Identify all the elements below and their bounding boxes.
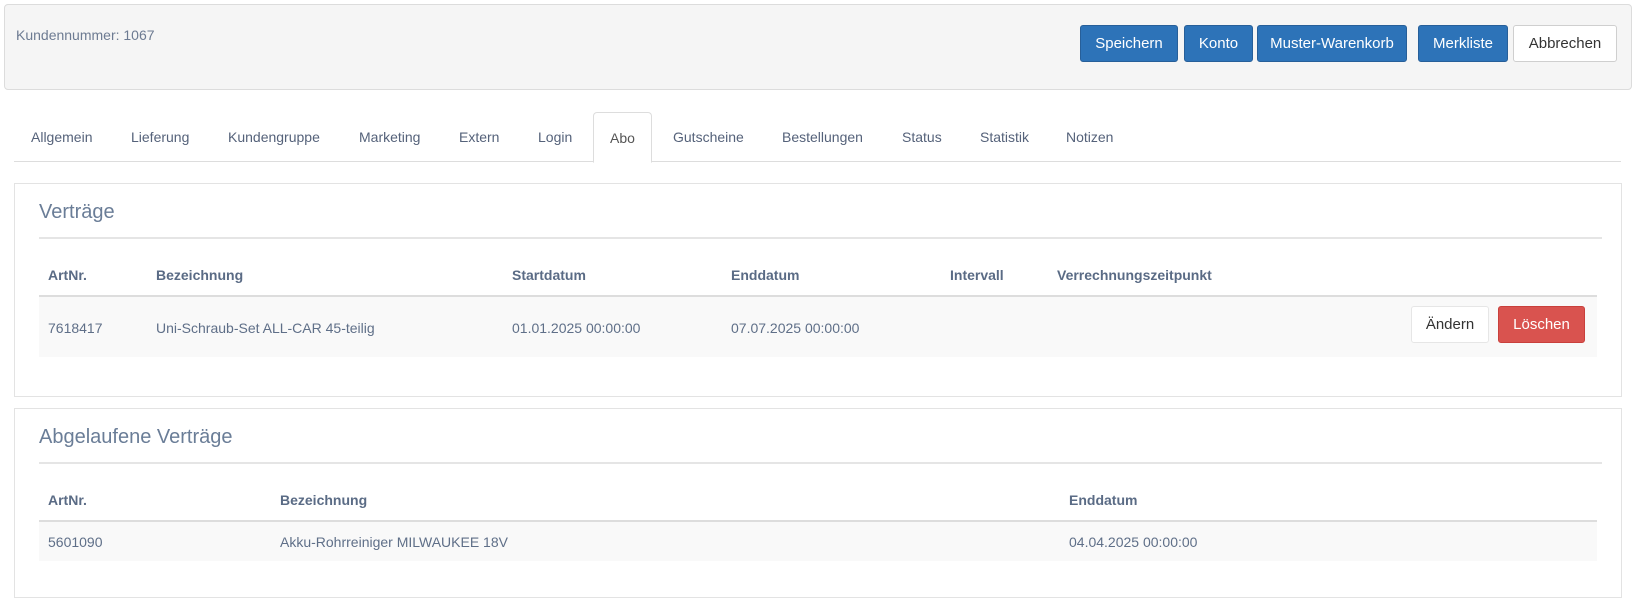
row-bezeichnung: Akku-Rohrreiniger MILWAUKEE 18V [280, 534, 508, 550]
customer-number-label: Kundennummer: 1067 [16, 27, 155, 43]
tab-status[interactable]: Status [902, 112, 942, 162]
col-artnr: ArtNr. [48, 267, 87, 283]
customer-tabs: Allgemein Lieferung Kundengruppe Marketi… [14, 112, 1621, 163]
row-enddatum: 04.04.2025 00:00:00 [1069, 534, 1198, 550]
col-bezeichnung: Bezeichnung [156, 267, 244, 283]
contracts-panel: Verträge ArtNr. Bezeichnung Startdatum E… [14, 183, 1622, 397]
col-bezeichnung: Bezeichnung [280, 492, 368, 508]
col-enddatum: Enddatum [731, 267, 800, 283]
expired-contracts-panel: Abgelaufene Verträge ArtNr. Bezeichnung … [14, 408, 1622, 598]
tab-marketing[interactable]: Marketing [359, 112, 420, 162]
col-enddatum: Enddatum [1069, 492, 1138, 508]
expired-title-divider [39, 462, 1602, 464]
tab-notizen[interactable]: Notizen [1066, 112, 1113, 162]
wishlist-button[interactable]: Merkliste [1418, 25, 1508, 62]
tab-extern[interactable]: Extern [459, 112, 499, 162]
row-artnr: 7618417 [48, 320, 103, 336]
row-bezeichnung: Uni-Schraub-Set ALL-CAR 45-teilig [156, 320, 375, 336]
expired-contracts-title: Abgelaufene Verträge [39, 426, 233, 448]
customer-header-bar: Kundennummer: 1067 Speichern Konto Muste… [4, 4, 1632, 90]
table-row: 5601090 Akku-Rohrreiniger MILWAUKEE 18V … [39, 522, 1597, 561]
tab-gutscheine[interactable]: Gutscheine [673, 112, 744, 162]
contracts-title-divider [39, 237, 1602, 239]
col-startdatum: Startdatum [512, 267, 586, 283]
delete-button[interactable]: Löschen [1498, 306, 1585, 343]
tab-lieferung[interactable]: Lieferung [131, 112, 189, 162]
col-intervall: Intervall [950, 267, 1004, 283]
col-artnr: ArtNr. [48, 492, 87, 508]
tab-login[interactable]: Login [538, 112, 572, 162]
contracts-title: Verträge [39, 201, 115, 223]
tab-bestellungen[interactable]: Bestellungen [782, 112, 863, 162]
sample-cart-button[interactable]: Muster-Warenkorb [1257, 25, 1407, 62]
row-enddatum: 07.07.2025 00:00:00 [731, 320, 860, 336]
table-row: 7618417 Uni-Schraub-Set ALL-CAR 45-teili… [39, 297, 1597, 357]
col-verrechnungszeitpunkt: Verrechnungszeitpunkt [1057, 267, 1212, 283]
save-button[interactable]: Speichern [1080, 25, 1178, 62]
tab-abo[interactable]: Abo [593, 112, 652, 163]
tab-kundengruppe[interactable]: Kundengruppe [228, 112, 320, 162]
row-startdatum: 01.01.2025 00:00:00 [512, 320, 641, 336]
account-button[interactable]: Konto [1184, 25, 1253, 62]
cancel-button[interactable]: Abbrechen [1513, 25, 1617, 62]
tab-statistik[interactable]: Statistik [980, 112, 1029, 162]
row-artnr: 5601090 [48, 534, 103, 550]
tab-allgemein[interactable]: Allgemein [31, 112, 92, 162]
edit-button[interactable]: Ändern [1411, 306, 1489, 343]
